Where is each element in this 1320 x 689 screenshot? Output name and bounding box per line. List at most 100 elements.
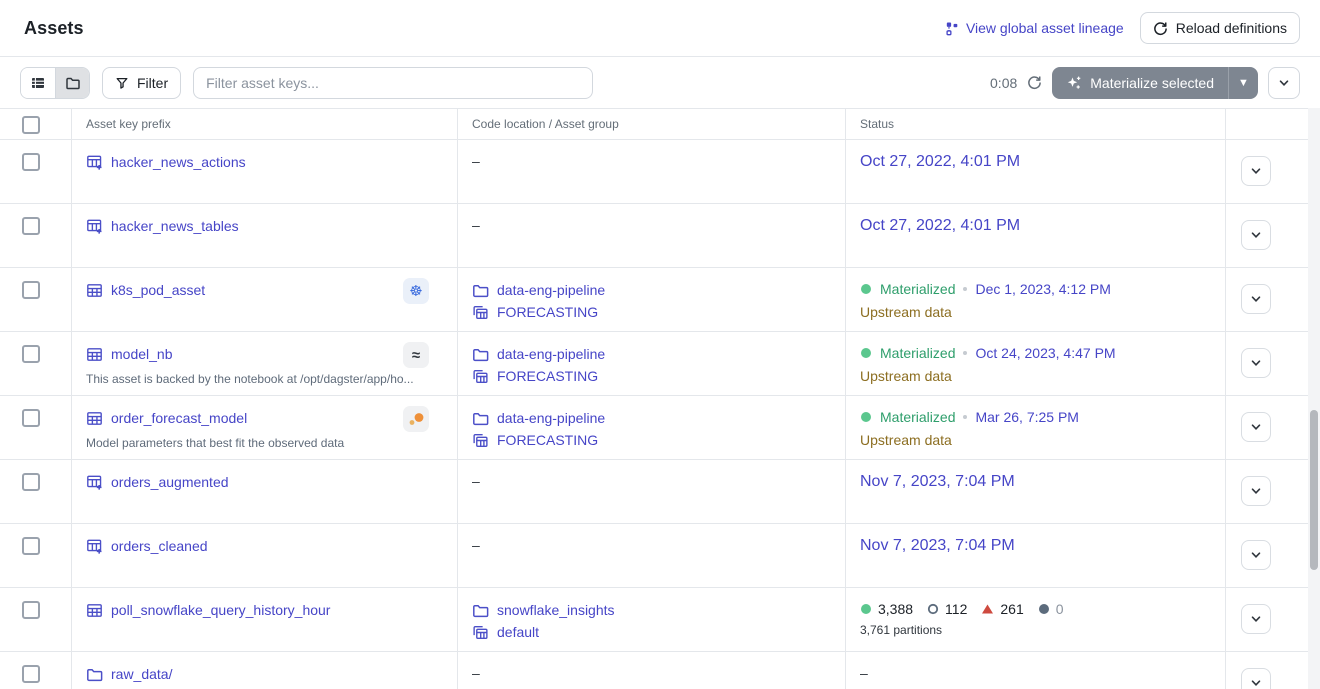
chevron-down-icon	[1250, 613, 1262, 625]
table-plus-icon	[86, 538, 103, 555]
row-expand-button[interactable]	[1241, 604, 1271, 634]
asset-key-link[interactable]: orders_augmented	[111, 473, 229, 491]
dot-green-icon	[860, 603, 872, 615]
materialize-options-caret[interactable]: ▼	[1228, 67, 1258, 99]
asset-group-link[interactable]: FORECASTING	[497, 367, 598, 385]
table-row: order_forecast_modelModel parameters tha…	[0, 396, 1320, 460]
row-checkbox[interactable]	[22, 473, 40, 491]
code-location-link[interactable]: data-eng-pipeline	[497, 345, 605, 363]
row-checkbox[interactable]	[22, 345, 40, 363]
column-header-asset-key: Asset key prefix	[72, 109, 458, 139]
table-row: orders_cleaned – Nov 7, 2023, 7:04 PM	[0, 524, 1320, 588]
materialization-date-link[interactable]: Nov 7, 2023, 7:04 PM	[860, 537, 1015, 554]
separator-dot	[963, 287, 967, 291]
scrollbar-track[interactable]	[1308, 108, 1320, 689]
chevron-down-icon	[1250, 165, 1262, 177]
table-plus-icon	[86, 474, 103, 491]
page-header: Assets View global asset lineage	[0, 0, 1320, 57]
view-global-asset-lineage-link[interactable]: View global asset lineage	[944, 20, 1124, 36]
asset-key-link[interactable]: raw_data/	[111, 665, 172, 683]
code-location-link[interactable]: data-eng-pipeline	[497, 409, 605, 427]
partition-count: 3,388	[860, 601, 913, 617]
materialization-date-link[interactable]: Oct 24, 2023, 4:47 PM	[975, 345, 1115, 361]
table-plus-icon	[86, 154, 103, 171]
chevron-down-icon	[1250, 357, 1262, 369]
row-expand-button[interactable]	[1241, 412, 1271, 442]
triangle-red-icon	[981, 603, 994, 615]
materialized-status: Materialized	[880, 409, 955, 425]
materialization-date-link[interactable]: Oct 27, 2022, 4:01 PM	[860, 153, 1020, 170]
table-row: poll_snowflake_query_history_hour snowfla…	[0, 588, 1320, 652]
reload-definitions-button[interactable]: Reload definitions	[1140, 12, 1300, 44]
row-checkbox[interactable]	[22, 153, 40, 171]
row-checkbox[interactable]	[22, 281, 40, 299]
asset-group-icon	[472, 432, 489, 449]
asset-key-link[interactable]: hacker_news_actions	[111, 153, 246, 171]
circle-outline-icon	[927, 603, 939, 615]
asset-group-link[interactable]: FORECASTING	[497, 303, 598, 321]
row-expand-button[interactable]	[1241, 476, 1271, 506]
asset-group-link[interactable]: default	[497, 623, 539, 641]
folder-icon	[86, 666, 103, 683]
search-input[interactable]	[193, 67, 593, 99]
chevron-down-icon	[1250, 485, 1262, 497]
materialization-date-link[interactable]: Dec 1, 2023, 4:12 PM	[975, 281, 1110, 297]
noteable-icon: ≈	[403, 342, 429, 368]
table-row: model_nbThis asset is backed by the note…	[0, 332, 1320, 396]
folder-icon	[472, 410, 489, 427]
select-all-checkbox[interactable]	[22, 116, 40, 134]
asset-key-link[interactable]: k8s_pod_asset	[111, 281, 205, 299]
more-actions-button[interactable]	[1268, 67, 1300, 99]
asset-key-link[interactable]: orders_cleaned	[111, 537, 208, 555]
folder-view-button[interactable]	[55, 68, 89, 98]
list-view-button[interactable]	[21, 68, 55, 98]
row-checkbox[interactable]	[22, 409, 40, 427]
materialization-date-link[interactable]: Oct 27, 2022, 4:01 PM	[860, 217, 1020, 234]
column-header-status: Status	[846, 109, 1226, 139]
row-expand-button[interactable]	[1241, 540, 1271, 570]
asset-key-link[interactable]: poll_snowflake_query_history_hour	[111, 601, 330, 619]
row-expand-button[interactable]	[1241, 220, 1271, 250]
table-header-row: Asset key prefix Code location / Asset g…	[0, 108, 1320, 140]
empty-value: –	[472, 537, 480, 553]
asset-group-icon	[472, 304, 489, 321]
row-expand-button[interactable]	[1241, 284, 1271, 314]
funnel-icon	[115, 76, 129, 90]
row-checkbox[interactable]	[22, 217, 40, 235]
column-header-code-location: Code location / Asset group	[458, 109, 846, 139]
filter-button[interactable]: Filter	[102, 67, 181, 99]
chevron-down-icon	[1250, 549, 1262, 561]
row-checkbox[interactable]	[22, 665, 40, 683]
asset-key-link[interactable]: order_forecast_model	[111, 409, 247, 427]
materialized-status: Materialized	[880, 281, 955, 297]
table-row: raw_data/––	[0, 652, 1320, 689]
view-toggle	[20, 67, 90, 99]
chevron-down-icon	[1278, 77, 1290, 89]
materialized-status: Materialized	[880, 345, 955, 361]
materialization-date-link[interactable]: Nov 7, 2023, 7:04 PM	[860, 473, 1015, 490]
asset-key-link[interactable]: model_nb	[111, 345, 173, 363]
materialize-selected-button[interactable]: Materialize selected	[1052, 67, 1228, 99]
chevron-down-icon	[1250, 229, 1262, 241]
empty-value: –	[860, 665, 868, 681]
refresh-icon	[1153, 21, 1168, 36]
chevron-down-icon	[1250, 421, 1262, 433]
assets-table: Asset key prefix Code location / Asset g…	[0, 108, 1320, 689]
toolbar: Filter 0:08	[0, 57, 1320, 108]
row-checkbox[interactable]	[22, 537, 40, 555]
row-expand-button[interactable]	[1241, 668, 1271, 689]
row-expand-button[interactable]	[1241, 156, 1271, 186]
table-row: orders_augmented–Nov 7, 2023, 7:04 PM	[0, 460, 1320, 524]
row-expand-button[interactable]	[1241, 348, 1271, 378]
asset-key-link[interactable]: hacker_news_tables	[111, 217, 239, 235]
chevron-down-icon	[1250, 293, 1262, 305]
asset-group-link[interactable]: FORECASTING	[497, 431, 598, 449]
scrollbar-thumb[interactable]	[1310, 410, 1318, 570]
row-checkbox[interactable]	[22, 601, 40, 619]
materialization-date-link[interactable]: Mar 26, 7:25 PM	[975, 409, 1079, 425]
table-icon	[86, 346, 103, 363]
code-location-link[interactable]: data-eng-pipeline	[497, 281, 605, 299]
partitions-total: 3,761 partitions	[860, 623, 1211, 637]
code-location-link[interactable]: snowflake_insights	[497, 601, 615, 619]
refresh-icon[interactable]	[1027, 75, 1042, 90]
